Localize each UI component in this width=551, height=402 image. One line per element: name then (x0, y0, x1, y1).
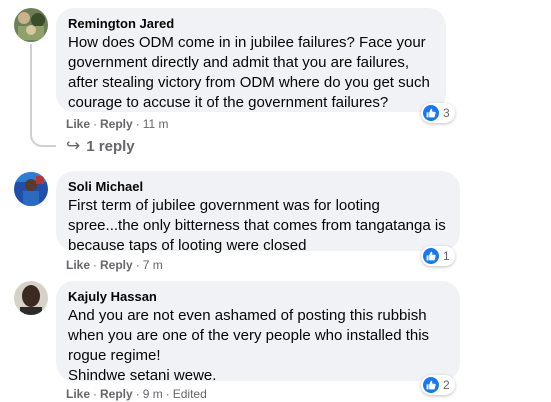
thread-line (30, 44, 32, 133)
comment-text: First term of jubilee government was for… (68, 197, 446, 254)
reaction-count[interactable]: 1 (421, 246, 455, 266)
reply-button[interactable]: Reply (100, 117, 133, 131)
like-button[interactable]: Like (66, 117, 90, 131)
comment-author[interactable]: Kajuly Hassan (68, 289, 448, 305)
reaction-count[interactable]: 2 (421, 375, 455, 395)
avatar[interactable] (14, 172, 48, 206)
view-replies-button[interactable]: ↪ 1 reply (66, 136, 135, 156)
comment-text-line: rogue regime! (68, 347, 161, 364)
reaction-number: 3 (443, 106, 450, 120)
replies-label: 1 reply (86, 137, 135, 155)
reply-arrow-icon: ↪ (66, 136, 81, 155)
comment-text: How does ODM come in in jubilee failures… (68, 34, 430, 111)
like-button[interactable]: Like (66, 258, 90, 272)
comment-text-line: when you are one of the very people who … (68, 327, 430, 344)
edited-label[interactable]: Edited (173, 387, 207, 401)
comment-actions: Like · Reply · 7 m (66, 258, 163, 272)
comment-text-line: And you are not even ashamed of posting … (68, 307, 427, 324)
avatar[interactable] (14, 281, 48, 315)
like-icon (423, 377, 439, 393)
avatar[interactable] (14, 8, 48, 42)
reaction-number: 2 (443, 378, 450, 392)
comment-bubble: Kajuly Hassan And you are not even asham… (56, 281, 460, 384)
comment-author[interactable]: Remington Jared (68, 16, 434, 32)
like-icon (423, 248, 439, 264)
comment-author[interactable]: Soli Michael (68, 179, 448, 195)
reply-button[interactable]: Reply (100, 387, 133, 401)
comment-text-line: Shindwe setani wewe. (68, 367, 217, 384)
comment-bubble: Remington Jared How does ODM come in in … (56, 8, 446, 112)
timestamp[interactable]: 11 m (143, 117, 169, 131)
timestamp[interactable]: 7 m (143, 258, 163, 272)
reaction-number: 1 (443, 249, 450, 263)
thread-connector (30, 133, 56, 147)
comment-bubble: Soli Michael First term of jubilee gover… (56, 171, 460, 254)
comment-actions: Like · Reply · 9 m · Edited (66, 387, 207, 401)
timestamp[interactable]: 9 m (143, 387, 163, 401)
like-button[interactable]: Like (66, 387, 90, 401)
comment-actions: Like · Reply · 11 m (66, 117, 169, 131)
like-icon (423, 105, 439, 121)
reply-button[interactable]: Reply (100, 258, 133, 272)
reaction-count[interactable]: 3 (421, 103, 455, 123)
